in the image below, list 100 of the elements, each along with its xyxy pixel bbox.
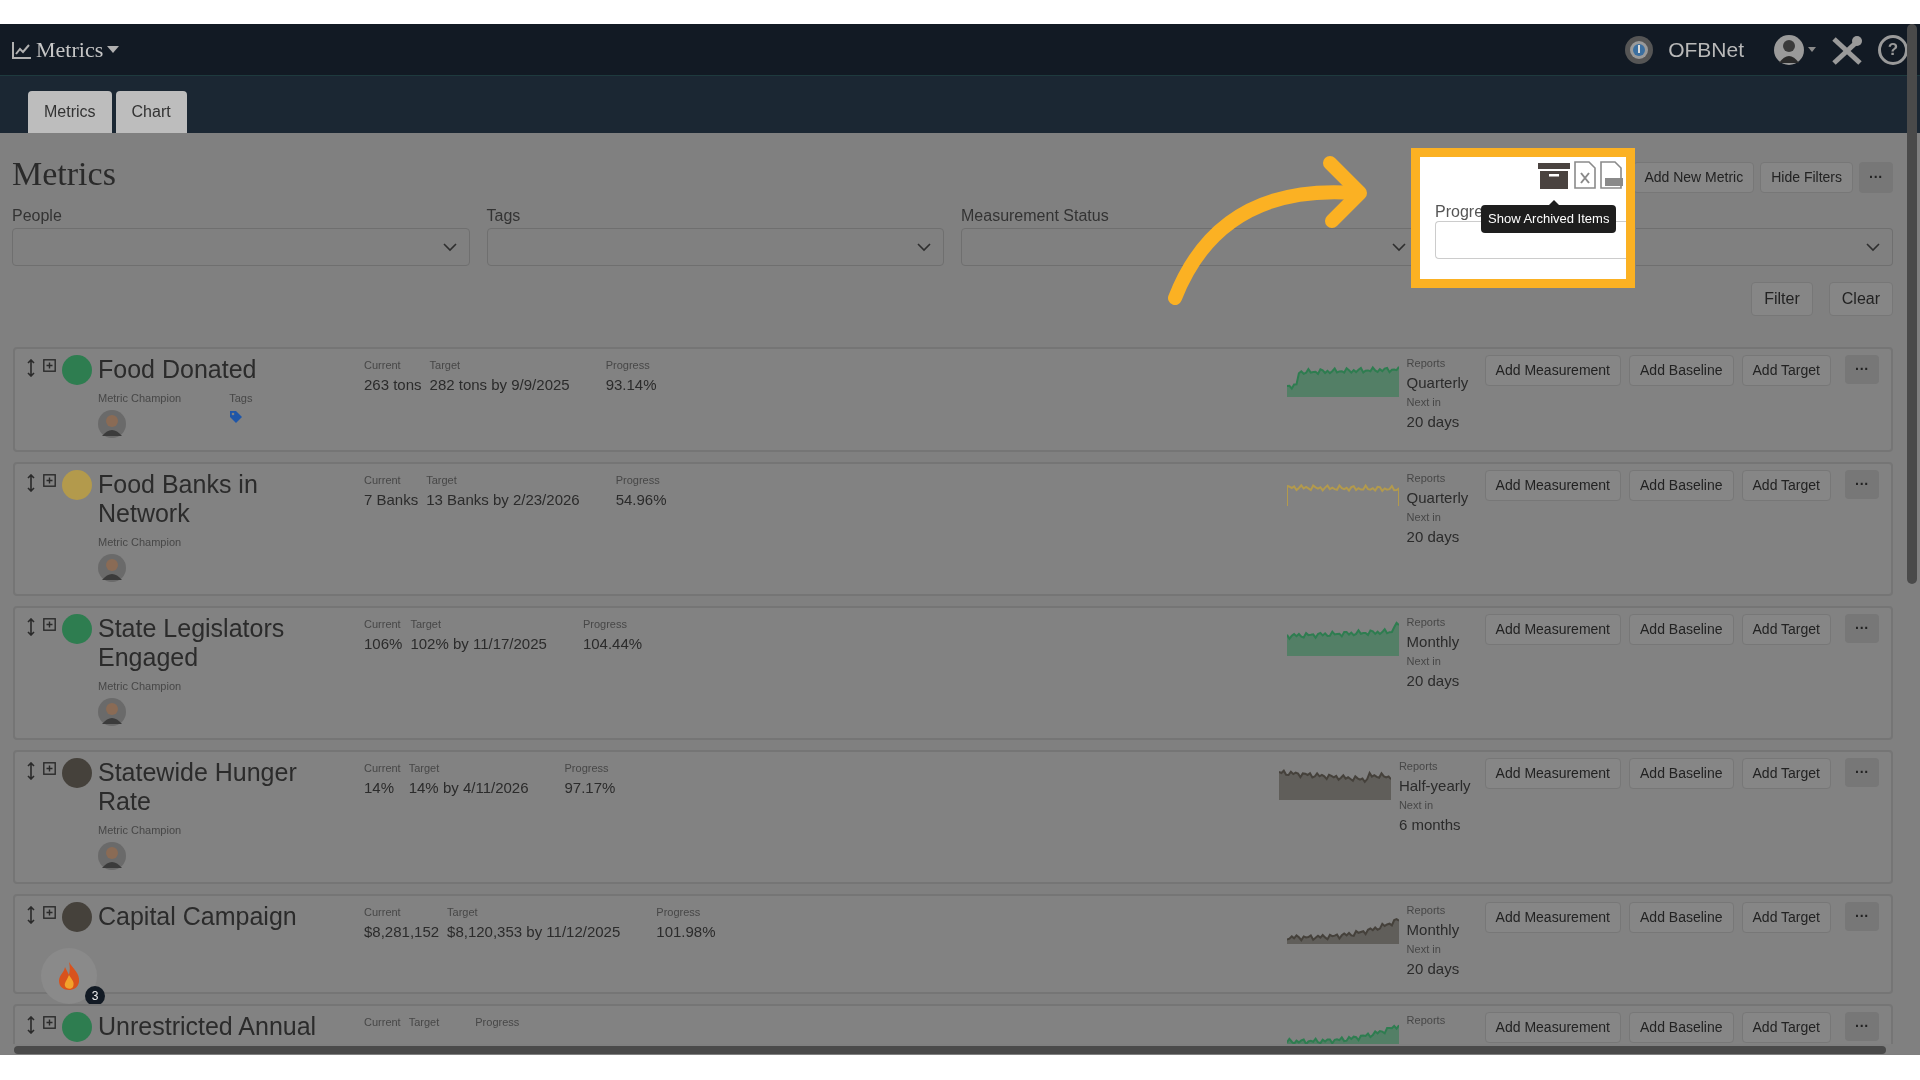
- field-label: Reports: [1406, 1013, 1447, 1029]
- filter-button[interactable]: Clear: [1828, 282, 1893, 316]
- field-label: Metric Champion: [98, 678, 182, 694]
- tab[interactable]: Metrics: [28, 91, 112, 133]
- action-button[interactable]: Add Target: [1741, 902, 1831, 934]
- action-button[interactable]: Add Baseline: [1629, 614, 1734, 646]
- action-button[interactable]: Add Measurement: [1484, 902, 1621, 934]
- action-button[interactable]: ···: [1845, 1012, 1879, 1042]
- select-field[interactable]: [12, 228, 470, 267]
- field-label: Progress: [582, 617, 628, 633]
- pdf-file-icon[interactable]: [1600, 161, 1624, 189]
- org-name[interactable]: OFBNet: [1668, 33, 1744, 66]
- metric-title[interactable]: Unrestricted Annual: [98, 1012, 338, 1041]
- field-value: 263 tons: [364, 374, 422, 395]
- vertical-scrollbar[interactable]: [1907, 24, 1917, 584]
- horizontal-scrollbar[interactable]: [14, 1046, 1886, 1054]
- next-due: 20 days: [1406, 526, 1461, 547]
- action-button[interactable]: ···: [1845, 470, 1879, 500]
- field-value: 13 Banks by 2/23/2026: [426, 489, 580, 510]
- action-button[interactable]: Add Baseline: [1629, 758, 1734, 790]
- chevron-down-icon: [1391, 242, 1406, 252]
- action-button[interactable]: Add Measurement: [1484, 470, 1621, 502]
- action-button[interactable]: Add Baseline: [1629, 902, 1734, 934]
- field-label: Tags: [229, 390, 253, 406]
- drag-handle-icon[interactable]: [27, 762, 35, 781]
- drag-handle-icon[interactable]: [27, 618, 35, 637]
- page-title: Metrics: [12, 155, 116, 193]
- report-frequency: Monthly: [1406, 919, 1461, 940]
- toolbar-button[interactable]: ···: [1859, 162, 1893, 193]
- filter-button[interactable]: Filter: [1751, 282, 1813, 316]
- drag-handle-icon[interactable]: [27, 1016, 35, 1035]
- field-label: Progress: [615, 473, 661, 489]
- report-frequency: Quarterly: [1406, 487, 1470, 508]
- field-label: Next in: [1406, 510, 1442, 526]
- field-value: 282 tons by 9/9/2025: [429, 374, 570, 395]
- drag-handle-icon[interactable]: [27, 474, 35, 493]
- org-logo-icon[interactable]: [1624, 34, 1655, 65]
- field-label: Progress: [564, 761, 610, 777]
- field-label: Reports: [1406, 903, 1447, 919]
- select-field[interactable]: [486, 228, 944, 267]
- metric-title[interactable]: Food Donated: [98, 355, 338, 384]
- action-button[interactable]: Add Baseline: [1629, 1012, 1734, 1044]
- line-chart-icon: [12, 40, 32, 59]
- tools-icon[interactable]: [1830, 34, 1864, 65]
- metric-title[interactable]: Capital Campaign: [98, 902, 338, 931]
- archive-icon[interactable]: [1538, 161, 1570, 189]
- action-button[interactable]: Add Target: [1741, 614, 1831, 646]
- action-button[interactable]: Add Measurement: [1484, 758, 1621, 790]
- action-button[interactable]: Add Measurement: [1484, 355, 1621, 386]
- tooltip: Show Archived Items: [1481, 205, 1617, 233]
- select-field[interactable]: [1635, 228, 1893, 267]
- avatar: [98, 842, 126, 871]
- action-button[interactable]: ···: [1845, 758, 1879, 788]
- field-label: Target: [410, 617, 442, 633]
- next-due: 20 days: [1406, 670, 1461, 691]
- chevron-down-icon: [1866, 242, 1880, 252]
- metric-title[interactable]: Food Banks in Network: [98, 470, 338, 528]
- action-button[interactable]: Add Measurement: [1484, 614, 1621, 646]
- action-button[interactable]: Add Target: [1741, 355, 1831, 386]
- expand-icon[interactable]: [43, 618, 56, 632]
- field-value: 102% by 11/17/2025: [410, 633, 547, 654]
- drag-handle-icon[interactable]: [27, 359, 35, 377]
- expand-icon[interactable]: [43, 1016, 56, 1030]
- field-value: 14% by 4/11/2026: [408, 777, 529, 798]
- action-button[interactable]: ···: [1845, 614, 1879, 644]
- action-button[interactable]: Add Target: [1741, 470, 1831, 502]
- action-button[interactable]: Add Target: [1741, 1012, 1831, 1044]
- field-value: 93.14%: [605, 374, 657, 395]
- field-label: Current: [364, 473, 402, 489]
- tab[interactable]: Chart: [115, 91, 187, 133]
- field-label: Target: [447, 905, 479, 921]
- app-title[interactable]: Metrics: [36, 33, 104, 66]
- field-value: 14%: [364, 777, 396, 798]
- field-label: Reports: [1398, 759, 1439, 775]
- expand-icon[interactable]: [43, 762, 56, 776]
- tooltip-arrow: [1549, 200, 1559, 205]
- field-label: Progress: [605, 358, 651, 373]
- field-value: 106%: [364, 633, 403, 654]
- drag-handle-icon[interactable]: [27, 906, 35, 925]
- expand-icon[interactable]: [43, 906, 56, 920]
- action-button[interactable]: ···: [1845, 902, 1879, 932]
- caret-icon[interactable]: [107, 45, 120, 54]
- action-button[interactable]: ···: [1845, 355, 1879, 384]
- field-label: Next in: [1406, 942, 1442, 958]
- avatar: [98, 554, 126, 583]
- field-label: Current: [364, 1015, 401, 1031]
- action-button[interactable]: Add Measurement: [1484, 1012, 1621, 1044]
- action-button[interactable]: Add Baseline: [1629, 470, 1734, 502]
- expand-icon[interactable]: [43, 359, 56, 372]
- next-due: 6 months: [1398, 814, 1462, 835]
- user-avatar[interactable]: [1774, 34, 1804, 65]
- toolbar-button[interactable]: Add New Metric: [1633, 162, 1755, 193]
- filter-label: Progre: [1435, 202, 1484, 222]
- metric-title[interactable]: Statewide Hunger Rate: [98, 758, 338, 816]
- expand-icon[interactable]: [43, 474, 56, 488]
- metric-title[interactable]: State Legislators Engaged: [98, 614, 338, 672]
- action-button[interactable]: Add Baseline: [1629, 355, 1734, 386]
- caret-icon[interactable]: [1808, 47, 1816, 52]
- toolbar-button[interactable]: Hide Filters: [1760, 162, 1853, 193]
- action-button[interactable]: Add Target: [1741, 758, 1831, 790]
